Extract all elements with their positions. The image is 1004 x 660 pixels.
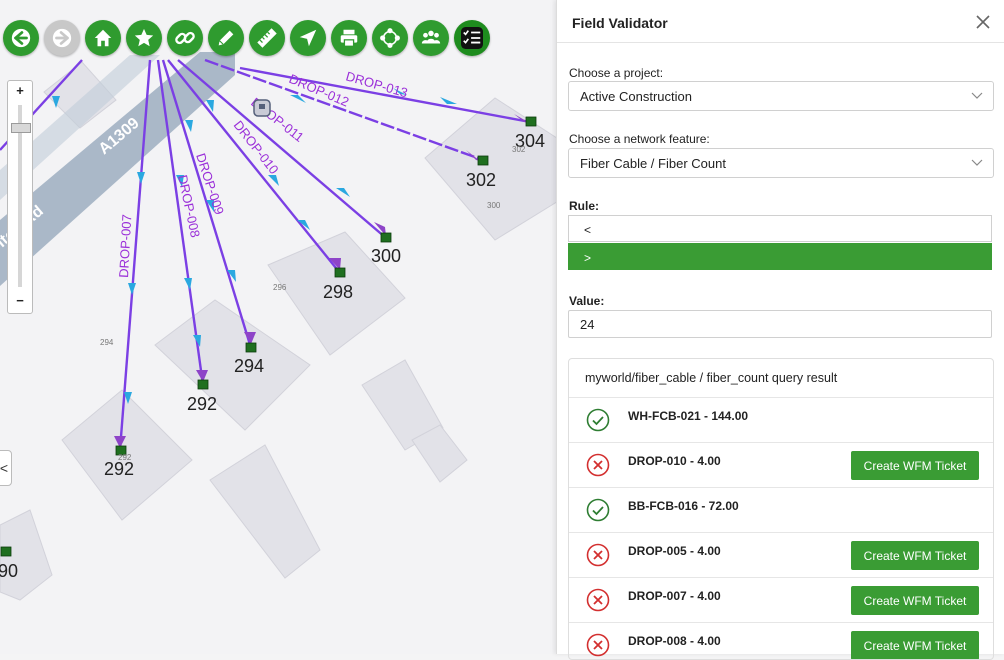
value-label: Value: <box>569 294 605 308</box>
error-circle-icon <box>586 543 610 567</box>
small-address-label: 296 <box>273 283 287 292</box>
collapse-panel-button[interactable]: < <box>0 450 12 486</box>
rule-label: Rule: <box>569 199 599 213</box>
zoom-in-button[interactable]: + <box>8 81 32 101</box>
small-address-label: 292 <box>118 453 132 462</box>
navigate-icon <box>299 29 317 47</box>
locate-button[interactable] <box>290 20 326 56</box>
map-canvas[interactable]: DROP-013 DROP-012 DROP-011 DROP-010 DROP… <box>0 0 556 654</box>
results-header: myworld/fiber_cable / fiber_count query … <box>569 359 993 398</box>
network-trace-button[interactable] <box>372 20 408 56</box>
checklist-icon <box>461 27 483 49</box>
home-button[interactable] <box>85 20 121 56</box>
project-label: Choose a project: <box>569 66 664 80</box>
small-address-label: 294 <box>100 338 114 347</box>
field-validator-button[interactable] <box>454 20 490 56</box>
result-text: DROP-008 - 4.00 <box>628 634 721 648</box>
feature-value: Fiber Cable / Fiber Count <box>580 156 726 171</box>
link-icon <box>175 31 195 45</box>
network-feature-select[interactable]: Fiber Cable / Fiber Count <box>568 148 994 178</box>
map-toolbar <box>3 20 490 56</box>
network-icon <box>380 28 400 48</box>
result-row: BB-FCB-016 - 72.00 <box>569 488 993 533</box>
buildings <box>0 61 556 601</box>
result-text: DROP-005 - 4.00 <box>628 544 721 558</box>
query-results: myworld/fiber_cable / fiber_count query … <box>568 358 994 660</box>
chevron-down-icon <box>971 92 983 99</box>
address-label: 90 <box>0 561 18 581</box>
pencil-icon <box>218 30 234 46</box>
print-button[interactable] <box>331 20 367 56</box>
edit-button[interactable] <box>208 20 244 56</box>
result-row: WH-FCB-021 - 144.00 <box>569 398 993 443</box>
address-label: 292 <box>187 394 217 414</box>
panel-title: Field Validator <box>572 15 668 31</box>
panel-header: Field Validator <box>557 0 1004 43</box>
result-text: BB-FCB-016 - 72.00 <box>628 499 739 513</box>
drop-label: DROP-012 <box>287 71 351 110</box>
result-row: DROP-010 - 4.00 Create WFM Ticket <box>569 443 993 488</box>
field-validator-panel: Field Validator Choose a project: Active… <box>556 0 1004 660</box>
bookmark-button[interactable] <box>126 20 162 56</box>
rule-option-text: > <box>584 251 592 265</box>
drop-label: DROP-013 <box>344 68 409 100</box>
address-label: 298 <box>323 282 353 302</box>
back-button[interactable] <box>3 20 39 56</box>
create-wfm-ticket-button[interactable]: Create WFM Ticket <box>851 451 979 480</box>
address-label: 294 <box>234 356 264 376</box>
feature-label: Choose a network feature: <box>569 132 710 146</box>
link-button[interactable] <box>167 20 203 56</box>
measure-button[interactable] <box>249 20 285 56</box>
back-arrow-icon <box>11 28 31 48</box>
ruler-icon <box>257 28 277 48</box>
print-icon <box>340 29 358 47</box>
result-text: DROP-010 - 4.00 <box>628 454 721 468</box>
error-circle-icon <box>586 453 610 477</box>
address-label: 292 <box>104 459 134 479</box>
zoom-slider-handle[interactable] <box>11 123 31 133</box>
close-icon[interactable] <box>975 14 991 30</box>
create-wfm-ticket-button[interactable]: Create WFM Ticket <box>851 541 979 570</box>
result-row: DROP-007 - 4.00 Create WFM Ticket <box>569 578 993 623</box>
address-label: 302 <box>466 170 496 190</box>
rule-option-greater-than[interactable]: > <box>568 243 992 270</box>
project-select[interactable]: Active Construction <box>568 81 994 111</box>
project-value: Active Construction <box>580 89 692 104</box>
result-row: DROP-005 - 4.00 Create WFM Ticket <box>569 533 993 578</box>
error-circle-icon <box>586 588 610 612</box>
rule-option-less-than[interactable]: < <box>568 215 992 242</box>
map-view[interactable]: DROP-013 DROP-012 DROP-011 DROP-010 DROP… <box>0 0 556 654</box>
create-wfm-ticket-button[interactable]: Create WFM Ticket <box>851 631 979 659</box>
group-button[interactable] <box>413 20 449 56</box>
chevron-down-icon <box>971 159 983 166</box>
zoom-out-button[interactable]: − <box>8 291 32 311</box>
star-icon <box>134 28 154 47</box>
value-input[interactable] <box>568 310 992 338</box>
drop-label: DROP-009 <box>193 151 227 216</box>
small-address-label: 300 <box>487 201 501 210</box>
cabinet-marker <box>253 99 271 117</box>
error-circle-icon <box>586 633 610 657</box>
create-wfm-ticket-button[interactable]: Create WFM Ticket <box>851 586 979 615</box>
group-icon <box>421 30 441 44</box>
address-label: 300 <box>371 246 401 266</box>
result-text: WH-FCB-021 - 144.00 <box>628 409 749 423</box>
zoom-control: + − <box>7 80 33 314</box>
drop-label: DROP-007 <box>116 214 134 278</box>
results-title: myworld/fiber_cable / fiber_count query … <box>585 371 838 385</box>
small-address-label: 302 <box>512 145 526 154</box>
forward-button[interactable] <box>44 20 80 56</box>
result-row: DROP-008 - 4.00 Create WFM Ticket <box>569 623 993 659</box>
check-circle-icon <box>586 498 610 522</box>
home-icon <box>94 29 112 47</box>
result-text: DROP-007 - 4.00 <box>628 589 721 603</box>
forward-arrow-icon <box>52 28 72 48</box>
check-circle-icon <box>586 408 610 432</box>
rule-option-text: < <box>584 223 592 237</box>
